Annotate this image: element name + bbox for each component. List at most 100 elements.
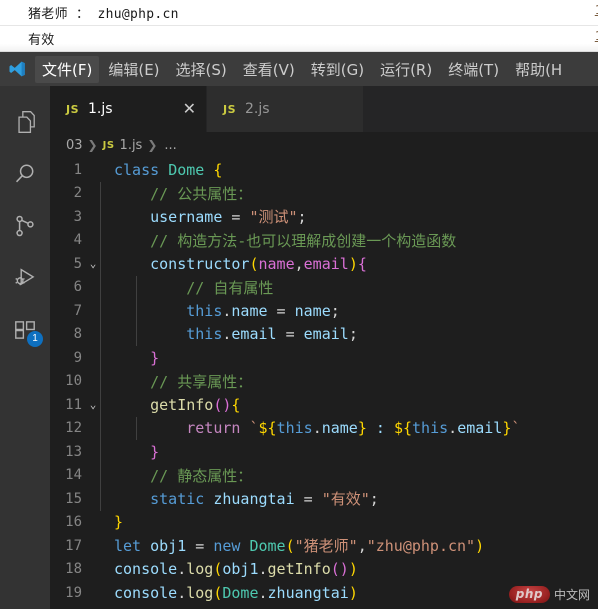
- editor-tab-bar: JS 1.js ✕ JS 2.js: [50, 86, 598, 132]
- code-line: 11 ⌄ getInfo(){: [50, 393, 598, 417]
- menu-item-file[interactable]: 文件(F): [35, 55, 100, 83]
- code-token: zhuangtai: [213, 490, 295, 509]
- code-token: .: [448, 419, 458, 438]
- menu-item-run[interactable]: 运行(R): [373, 56, 439, 83]
- code-text: }: [102, 349, 598, 367]
- tab-label: 2.js: [245, 101, 270, 117]
- breadcrumb-folder[interactable]: 03: [66, 138, 83, 153]
- code-token: {: [357, 254, 367, 273]
- breadcrumb-file[interactable]: 1.js: [120, 138, 143, 153]
- code-token: `: [511, 419, 521, 438]
- breadcrumb-symbol[interactable]: ...: [164, 138, 176, 153]
- code-text: }: [102, 513, 598, 531]
- code-token: "测试": [249, 208, 298, 227]
- code-text: // 公共属性：: [102, 183, 598, 204]
- code-token: ;: [297, 208, 307, 227]
- editor-group: JS 1.js ✕ JS 2.js 03 ❯ JS 1.js ❯ ... 1 cl…: [50, 86, 598, 609]
- line-number: 5: [73, 255, 82, 272]
- code-token: log: [186, 560, 214, 579]
- menu-item-terminal[interactable]: 终端(T): [441, 56, 506, 83]
- code-token: name: [294, 301, 331, 320]
- console-output-row: 有效 1: [0, 26, 598, 52]
- line-number: 3: [73, 208, 82, 225]
- line-number: 7: [73, 302, 82, 319]
- code-token: class: [114, 160, 160, 179]
- code-token: ): [348, 254, 358, 273]
- line-number: 19: [65, 584, 82, 601]
- line-number: 4: [73, 232, 82, 249]
- code-line: 6 // 自有属性: [50, 276, 598, 300]
- chevron-right-icon: ❯: [87, 138, 98, 152]
- sidebar-item-source-control[interactable]: [0, 200, 50, 252]
- code-token: static: [150, 490, 205, 509]
- sidebar-item-search[interactable]: [0, 148, 50, 200]
- code-line: 17 let obj1 = new Dome("猪老师","zhu@php.cn"…: [50, 534, 598, 558]
- code-token: (): [330, 560, 349, 579]
- line-number: 18: [65, 561, 82, 578]
- code-token: Dome: [222, 583, 259, 602]
- code-token: name: [321, 419, 358, 438]
- code-token: this: [276, 419, 313, 438]
- code-token: {: [213, 160, 223, 179]
- close-icon[interactable]: ✕: [161, 101, 196, 117]
- code-token: Dome: [249, 537, 286, 556]
- code-line: 7 this.name = name;: [50, 299, 598, 323]
- code-token: {: [231, 395, 241, 414]
- code-token: constructor: [150, 254, 250, 273]
- search-icon: [12, 161, 38, 187]
- menu-item-goto[interactable]: 转到(G): [304, 56, 371, 83]
- code-token: .: [177, 560, 187, 579]
- code-token: name: [231, 301, 268, 320]
- code-text: this.email = email;: [102, 325, 598, 343]
- tab-label: 1.js: [88, 101, 113, 117]
- code-text: // 自有属性: [102, 277, 598, 298]
- code-token: "猪老师": [294, 537, 358, 556]
- code-token: Dome: [168, 160, 205, 179]
- sidebar-item-explorer[interactable]: [0, 96, 50, 148]
- menu-item-view[interactable]: 查看(V): [236, 56, 302, 83]
- code-token: .: [258, 560, 268, 579]
- sidebar-item-extensions[interactable]: 1: [0, 304, 50, 356]
- code-token: name: [258, 254, 295, 273]
- code-line: 1 class Dome {: [50, 158, 598, 182]
- code-token: =: [267, 301, 295, 320]
- code-token: =: [276, 325, 304, 344]
- code-token: (: [285, 537, 295, 556]
- code-text: return `${this.name} : ${this.email}`: [102, 419, 598, 437]
- code-token: username: [150, 208, 223, 227]
- line-number: 14: [65, 467, 82, 484]
- sidebar-item-run-and-debug[interactable]: [0, 252, 50, 304]
- line-number: 17: [65, 537, 82, 554]
- code-token: ): [348, 560, 358, 579]
- tab-2-js[interactable]: JS 2.js: [207, 86, 364, 132]
- menu-item-edit[interactable]: 编辑(E): [101, 56, 166, 83]
- code-token: let: [114, 537, 142, 556]
- tab-1-js[interactable]: JS 1.js ✕: [50, 86, 207, 132]
- menu-bar: 文件(F) 编辑(E) 选择(S) 查看(V) 转到(G) 运行(R) 终端(T…: [0, 52, 598, 86]
- extensions-badge: 1: [27, 331, 43, 347]
- code-token: // 自有属性: [114, 278, 274, 297]
- code-token: ;: [348, 325, 358, 344]
- code-text: }: [102, 443, 598, 461]
- code-token: console: [114, 560, 178, 579]
- code-line: 3 username = "测试";: [50, 205, 598, 229]
- code-line: 16}: [50, 511, 598, 535]
- line-number: 16: [65, 514, 82, 531]
- code-token: .: [177, 583, 187, 602]
- watermark: php 中文网: [508, 586, 590, 603]
- code-token: getInfo: [267, 560, 331, 579]
- menu-item-help[interactable]: 帮助(H: [508, 56, 569, 83]
- line-number: 15: [65, 490, 82, 507]
- line-number: 13: [65, 443, 82, 460]
- code-token: =: [186, 537, 214, 556]
- code-editor[interactable]: 1 class Dome {2 // 公共属性： 3 username = "测试"…: [50, 158, 598, 609]
- menu-item-selection[interactable]: 选择(S): [169, 56, 234, 83]
- console-output-text: 猪老师 ： zhu@php.cn: [28, 7, 179, 22]
- code-text: username = "测试";: [102, 206, 598, 227]
- code-line: 10 // 共享属性：: [50, 370, 598, 394]
- console-output-text: 有效: [28, 33, 55, 48]
